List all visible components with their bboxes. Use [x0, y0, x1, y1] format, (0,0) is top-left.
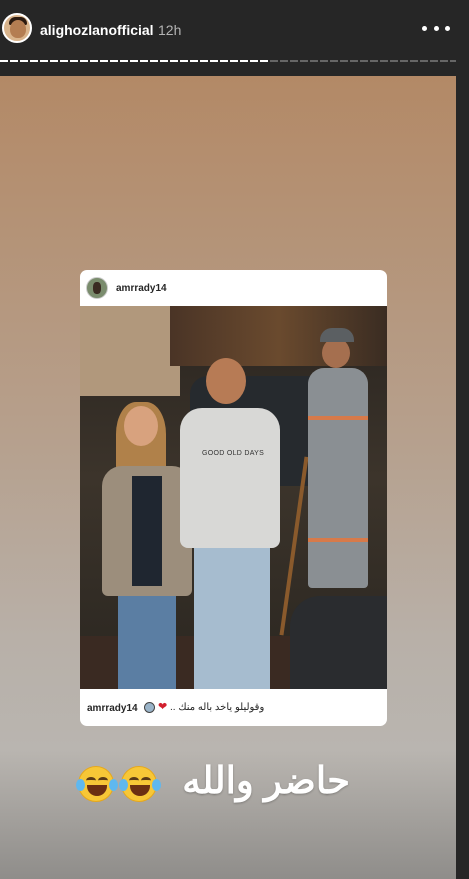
emoji-tear — [119, 779, 128, 791]
emoji-eye — [86, 777, 96, 784]
story-canvas[interactable]: amrrady14 GOOD OLD DAYS amrrady14 ❤ وقول… — [0, 76, 456, 879]
worker-uniform — [308, 368, 368, 588]
shared-post-card[interactable]: amrrady14 GOOD OLD DAYS amrrady14 ❤ وقول… — [80, 270, 387, 726]
photo-man: GOOD OLD DAYS — [172, 358, 292, 689]
more-dot — [422, 25, 427, 31]
avatar-face — [10, 20, 26, 38]
emoji-eye — [141, 777, 151, 784]
man-head — [206, 358, 246, 404]
man-jeans — [194, 548, 270, 689]
emoji-eye — [129, 777, 139, 784]
more-dot — [433, 25, 439, 31]
uniform-stripe — [308, 538, 368, 542]
shared-post-avatar[interactable] — [86, 277, 108, 299]
profile-avatar[interactable] — [2, 13, 32, 43]
story-header: alighozlanofficial 12h — [0, 0, 469, 60]
man-sweater — [180, 408, 280, 548]
shared-post-caption: amrrady14 ❤ وقوليلو ياخد باله منك .. — [80, 689, 387, 726]
story-username[interactable]: alighozlanofficial — [40, 22, 154, 38]
photo-worker — [298, 328, 378, 588]
woman-shirt — [132, 476, 162, 586]
photo-wall — [80, 306, 180, 396]
photo-car-front — [290, 596, 387, 689]
more-dot — [445, 25, 450, 31]
woman-head — [124, 406, 158, 446]
red-heart-icon: ❤ — [158, 701, 168, 713]
story-progress-bar — [0, 60, 456, 62]
emoji-tear — [109, 779, 118, 791]
story-viewer: alighozlanofficial 12h amrrady14 GOOD OL… — [0, 0, 469, 879]
man-face-emoji-icon — [144, 702, 155, 713]
woman-jeans — [118, 596, 176, 689]
emoji-tear — [76, 779, 85, 791]
more-options-icon[interactable] — [422, 18, 450, 38]
sweater-print: GOOD OLD DAYS — [202, 450, 265, 457]
emoji-tear — [152, 779, 161, 791]
shared-post-header: amrrady14 — [80, 270, 387, 306]
emoji-eye — [98, 777, 108, 784]
story-text-overlay: حاضر والله — [182, 760, 350, 801]
laughing-tears-emoji-icon — [119, 766, 161, 802]
uniform-stripe — [308, 416, 368, 420]
story-progress-segments — [0, 60, 456, 62]
laughing-tears-emoji-icon — [76, 766, 118, 802]
caption-username[interactable]: amrrady14 — [87, 703, 138, 714]
emoji-mouth — [87, 785, 107, 796]
story-timestamp: 12h — [158, 22, 182, 38]
worker-cap — [320, 328, 354, 342]
shared-post-photo[interactable]: GOOD OLD DAYS — [80, 306, 387, 689]
caption-text: وقوليلو ياخد باله منك .. — [170, 702, 265, 713]
emoji-mouth — [130, 785, 150, 796]
worker-head — [322, 338, 350, 368]
shared-post-username[interactable]: amrrady14 — [116, 283, 167, 294]
